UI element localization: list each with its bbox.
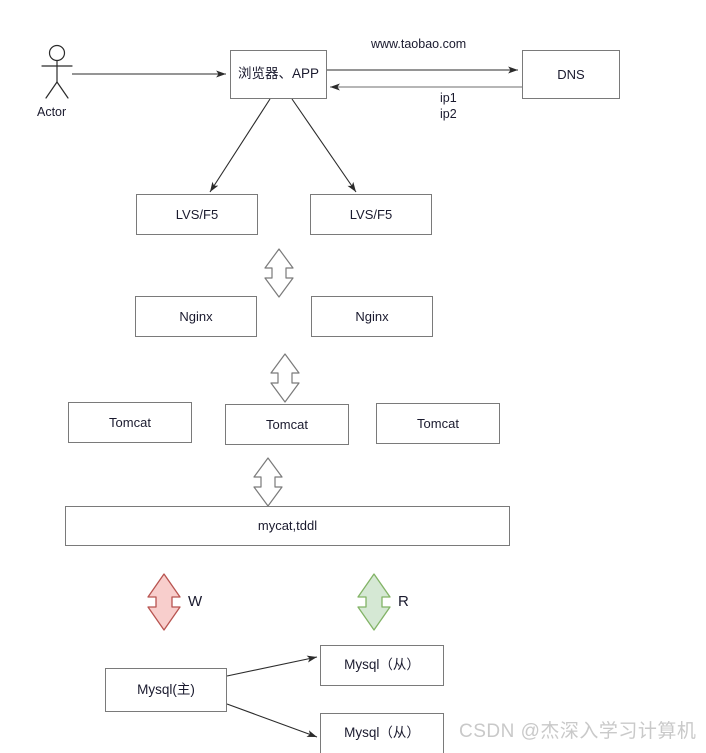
node-lvs-right[interactable]: LVS/F5	[310, 194, 432, 235]
diagram-canvas: Actor 浏览器、APP DNS LVS/F5 LVS/F5 Nginx Ng…	[0, 0, 706, 753]
edge-browser-to-lvs-right	[291, 98, 357, 193]
edge-label-write: W	[188, 593, 203, 610]
edge-label-read: R	[398, 593, 409, 610]
node-mysql-slave-2[interactable]: Mysql（从）	[320, 713, 444, 753]
actor-label: Actor	[37, 105, 67, 119]
edge-label-domain: www.taobao.com	[371, 37, 467, 51]
diagram-connectors-layer	[41, 44, 620, 738]
connector-lvs-nginx	[264, 248, 294, 298]
connector-write-arrow	[147, 573, 181, 631]
edge-browser-to-lvs-left	[209, 98, 271, 193]
edge-master-to-slave-1	[226, 655, 318, 677]
node-tomcat-right[interactable]: Tomcat	[376, 403, 500, 444]
connector-nginx-tomcat	[270, 353, 300, 403]
node-mysql-slave-1[interactable]: Mysql（从）	[320, 645, 444, 686]
edge-label-ip1: ip1	[440, 91, 457, 105]
edge-label-ip2: ip2	[440, 107, 457, 121]
csdn-watermark: CSDN @杰深入学习计算机	[459, 721, 697, 742]
node-middleware[interactable]: mycat,tddl	[65, 506, 510, 546]
node-lvs-left[interactable]: LVS/F5	[136, 194, 258, 235]
node-tomcat-left[interactable]: Tomcat	[68, 402, 192, 443]
node-browser[interactable]: 浏览器、APP	[230, 50, 327, 99]
node-nginx-left[interactable]: Nginx	[135, 296, 257, 337]
actor-icon	[41, 44, 73, 99]
connector-tomcat-middleware	[253, 457, 283, 507]
node-dns[interactable]: DNS	[522, 50, 620, 99]
node-tomcat-center[interactable]: Tomcat	[225, 404, 349, 445]
connector-read-arrow	[357, 573, 391, 631]
edge-master-to-slave-2	[226, 703, 318, 738]
node-nginx-right[interactable]: Nginx	[311, 296, 433, 337]
node-mysql-master[interactable]: Mysql(主)	[105, 668, 227, 712]
